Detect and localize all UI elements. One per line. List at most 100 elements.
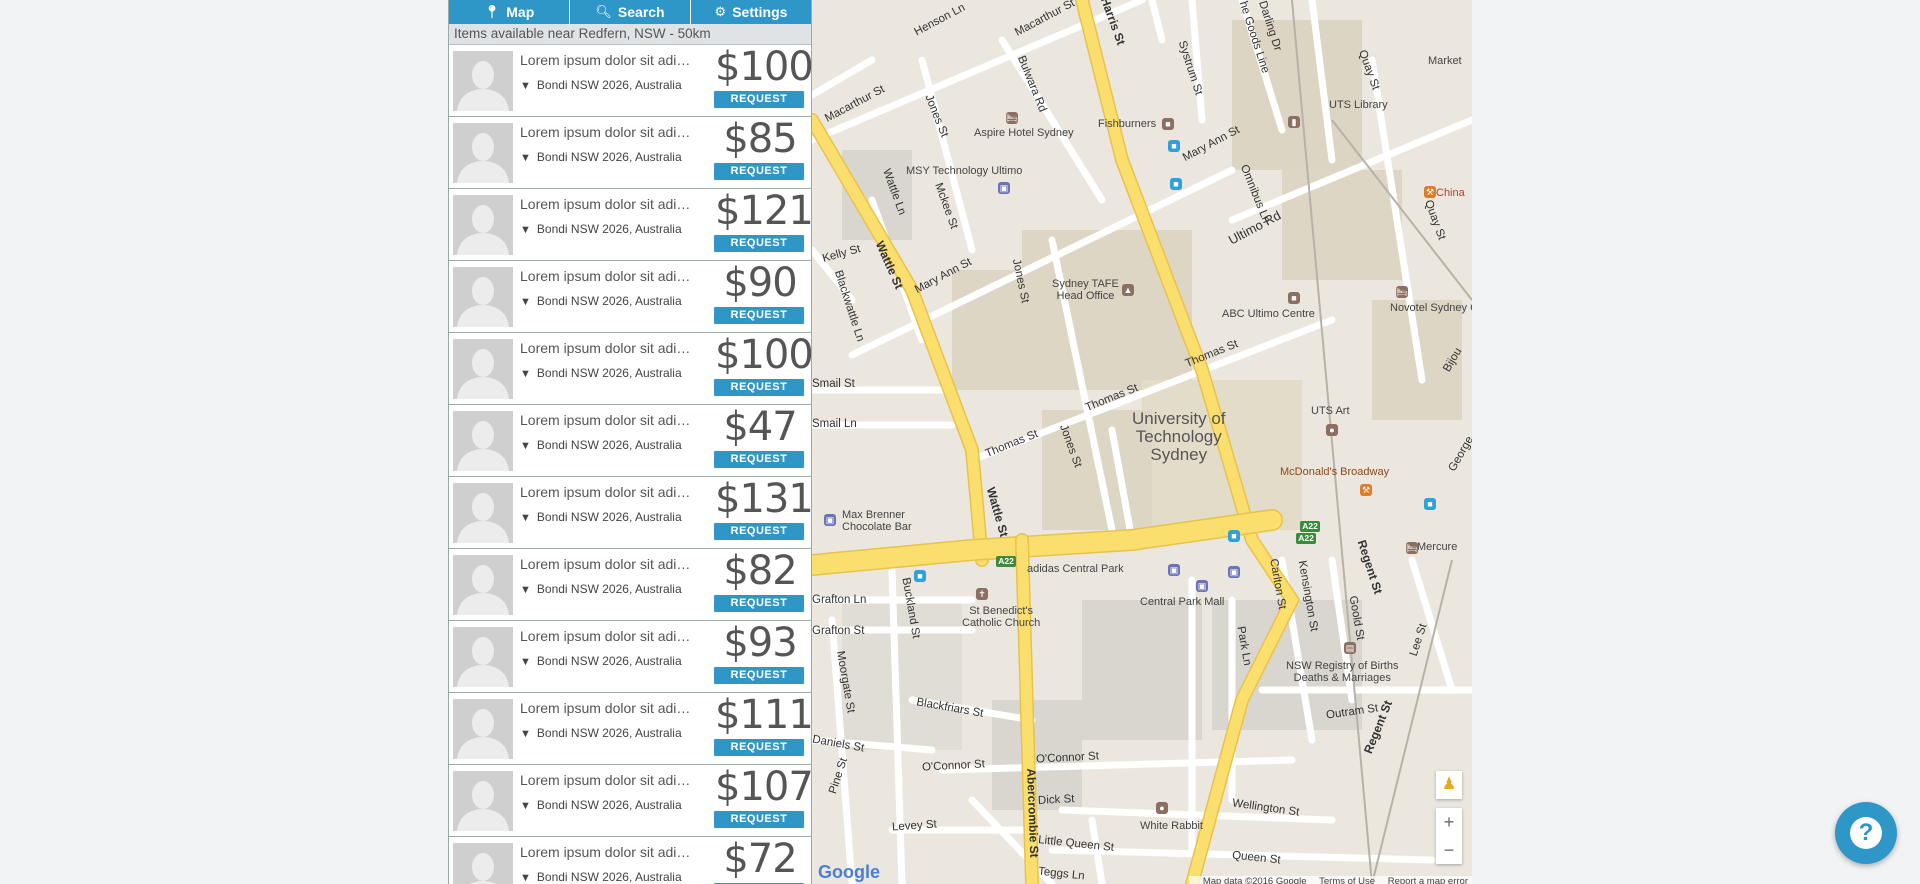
map-label-adidas[interactable]: adidas Central Park (1027, 563, 1124, 575)
item-list: Lorem ipsum dolor sit adipiscing ▼ Bondi N… (449, 44, 812, 884)
list-item[interactable]: Lorem ipsum dolor sit adipiscing ▼ Bondi N… (449, 116, 811, 189)
list-item[interactable]: Lorem ipsum dolor sit adipiscing ▼ Bondi N… (449, 836, 811, 884)
settings-tab-button[interactable]: ⚙︎ Settings (691, 0, 811, 24)
map-label-mcdonalds[interactable]: McDonald's Broadway (1280, 466, 1389, 478)
bus-stop-icon[interactable]: ■ (1170, 178, 1182, 190)
item-description: Lorem ipsum dolor sit adipiscing (520, 556, 695, 572)
map-tab-label: Map (506, 4, 535, 20)
map-label-market[interactable]: Market (1428, 55, 1462, 67)
request-button[interactable]: REQUEST (714, 451, 804, 468)
request-button[interactable]: REQUEST (714, 523, 804, 540)
list-item[interactable]: Lorem ipsum dolor sit adipiscing ▼ Bondi N… (449, 620, 811, 693)
map-label-uts-art[interactable]: UTS Art (1311, 405, 1350, 417)
item-location-text: Bondi NSW 2026, Australia (536, 798, 682, 812)
report-map-error-link[interactable]: Report a map error (1388, 876, 1468, 884)
item-location-text: Bondi NSW 2026, Australia (536, 294, 682, 308)
hotel-icon[interactable]: 🛏︎ (1406, 542, 1418, 554)
request-button[interactable]: REQUEST (714, 307, 804, 324)
list-item[interactable]: Lorem ipsum dolor sit adipiscing ▼ Bondi N… (449, 476, 811, 549)
map-label-central-park[interactable]: Central Park Mall (1140, 596, 1224, 608)
request-button[interactable]: REQUEST (714, 811, 804, 828)
list-item[interactable]: Lorem ipsum dolor sit adipiscing ▼ Bondi N… (449, 332, 811, 405)
landmark-icon[interactable]: ■ (1288, 292, 1300, 304)
shopping-icon[interactable]: ▣ (824, 514, 836, 526)
list-item[interactable]: Lorem ipsum dolor sit adipiscing ▼ Bondi N… (449, 260, 811, 333)
map-label-abc[interactable]: ABC Ultimo Centre (1222, 308, 1315, 320)
shopping-icon[interactable]: ▣ (1228, 566, 1240, 578)
bus-stop-icon[interactable]: ■ (1228, 530, 1240, 542)
google-logo[interactable]: Google (818, 862, 880, 883)
map-marker-icon: ▼ (520, 872, 531, 884)
shopping-icon[interactable]: ▣ (1168, 564, 1180, 576)
request-button[interactable]: REQUEST (714, 595, 804, 612)
request-button[interactable]: REQUEST (714, 163, 804, 180)
map-label-uts[interactable]: University of Technology Sydney (1132, 410, 1226, 464)
map-label-nsw-registry[interactable]: NSW Registry of Births Deaths & Marriage… (1286, 660, 1398, 684)
school-icon[interactable]: ▲ (1122, 284, 1134, 296)
hotel-icon[interactable]: 🛏︎ (1006, 112, 1018, 124)
map-label-white-rabbit[interactable]: White Rabbit (1140, 820, 1203, 832)
map-label-msy[interactable]: MSY Technology Ultimo (906, 165, 1022, 177)
map-label-fishburners[interactable]: Fishburners (1098, 118, 1156, 130)
item-price: $100 (715, 44, 812, 90)
map-label-mercure[interactable]: Mercure (1417, 541, 1457, 553)
item-description: Lorem ipsum dolor sit adipiscing (520, 124, 695, 140)
terms-of-use-link[interactable]: Terms of Use (1319, 876, 1375, 884)
map-tab-button[interactable]: 📍︎ Map (449, 0, 570, 24)
avatar-placeholder-icon (453, 123, 513, 183)
library-icon[interactable]: ▮ (1288, 116, 1300, 128)
request-button[interactable]: REQUEST (714, 667, 804, 684)
bus-stop-icon[interactable]: ■ (914, 570, 926, 582)
art-gallery-icon[interactable]: ● (1326, 424, 1338, 436)
search-tab-label: Search (617, 4, 665, 20)
item-description: Lorem ipsum dolor sit adipiscing (520, 340, 695, 356)
list-item[interactable]: Lorem ipsum dolor sit adipiscing ▼ Bondi N… (449, 404, 811, 477)
list-item[interactable]: Lorem ipsum dolor sit adipiscing ▼ Bondi N… (449, 764, 811, 837)
map-label-max-brenner[interactable]: Max Brenner Chocolate Bar (842, 509, 912, 533)
item-location-text: Bondi NSW 2026, Australia (536, 654, 682, 668)
restaurant-icon[interactable]: ⚒︎ (1424, 186, 1436, 198)
top-nav: 📍︎ Map 🔍︎ Search ⚙︎ Settings (449, 0, 811, 24)
item-location: ▼ Bondi NSW 2026, Australia (520, 150, 682, 164)
request-button[interactable]: REQUEST (714, 739, 804, 756)
government-icon[interactable]: ▤ (1344, 642, 1356, 654)
list-item[interactable]: Lorem ipsum dolor sit adipiscing ▼ Bondi N… (449, 44, 812, 117)
item-location-text: Bondi NSW 2026, Australia (536, 150, 682, 164)
pegman-icon[interactable]: ♟︎ (1436, 771, 1462, 799)
request-button[interactable]: REQUEST (714, 235, 804, 252)
listing-panel: 📍︎ Map 🔍︎ Search ⚙︎ Settings Items avail… (448, 0, 812, 884)
map-label-st-benedicts[interactable]: St Benedict's Catholic Church (962, 605, 1040, 629)
map-label-uts-library[interactable]: UTS Library (1329, 99, 1388, 111)
item-location: ▼ Bondi NSW 2026, Australia (520, 294, 682, 308)
zoom-in-button[interactable]: + (1436, 808, 1462, 836)
item-price: $121 (715, 188, 812, 234)
hotel-icon[interactable]: 🛏︎ (1396, 286, 1408, 298)
shopping-icon[interactable]: ▣ (1196, 580, 1208, 592)
shopping-icon[interactable]: ▣ (998, 182, 1010, 194)
item-price: $82 (723, 548, 797, 594)
list-item[interactable]: Lorem ipsum dolor sit adipiscing ▼ Bondi N… (449, 548, 811, 621)
list-item[interactable]: Lorem ipsum dolor sit adipiscing ▼ Bondi N… (449, 188, 812, 261)
gallery-icon[interactable]: ● (1156, 802, 1168, 814)
map-view[interactable]: Aspire Hotel Sydney Fishburners UTS Libr… (812, 0, 1472, 884)
bus-stop-icon[interactable]: ■ (1424, 498, 1436, 510)
request-button[interactable]: REQUEST (714, 379, 804, 396)
map-label-aspire[interactable]: Aspire Hotel Sydney (974, 127, 1074, 139)
map-label-tafe[interactable]: Sydney TAFE Head Office (1052, 278, 1119, 302)
map-label-novotel[interactable]: Novotel Sydney C (1390, 302, 1472, 314)
building-icon[interactable]: ■ (1162, 118, 1174, 130)
route-shield: A22 (996, 556, 1016, 567)
bus-stop-icon[interactable]: ■ (1168, 140, 1180, 152)
church-icon[interactable]: ✝ (976, 588, 988, 600)
zoom-out-button[interactable]: − (1436, 836, 1462, 864)
map-label-china[interactable]: China (1436, 187, 1465, 199)
avatar-placeholder-icon (453, 267, 513, 327)
list-item[interactable]: Lorem ipsum dolor sit adipiscing ▼ Bondi N… (449, 692, 812, 765)
help-button[interactable]: ? (1835, 802, 1897, 864)
search-tab-button[interactable]: 🔍︎ Search (570, 0, 691, 24)
request-button[interactable]: REQUEST (714, 91, 804, 108)
route-shield: A22 (1296, 533, 1316, 544)
item-location-text: Bondi NSW 2026, Australia (536, 366, 682, 380)
item-price: $111 (715, 692, 812, 738)
restaurant-icon[interactable]: ⚒︎ (1360, 484, 1372, 496)
